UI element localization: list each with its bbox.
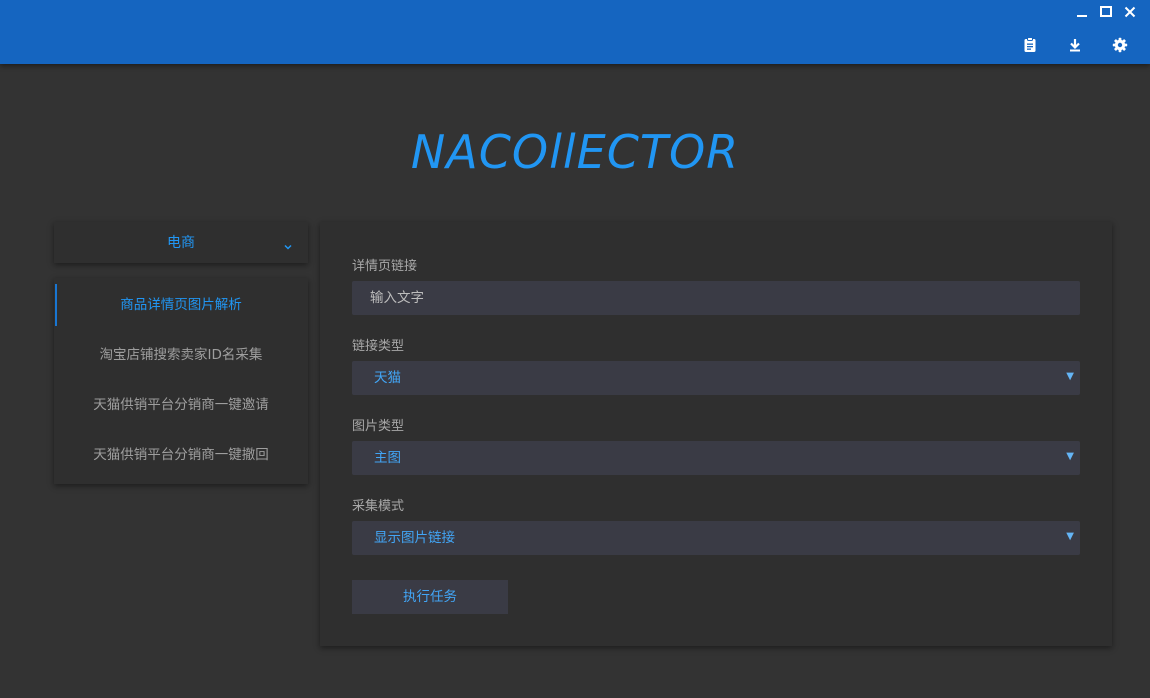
dropdown-caret-icon: ▼ (1066, 531, 1074, 542)
task-form: 详情页链接 输入文字 链接类型 天猫 ▼ 图片类型 主图 ▼ 采集模式 显示图片… (320, 222, 1112, 646)
dropdown-caret-icon: ▼ (1066, 371, 1074, 382)
collect-mode-label: 采集模式 (352, 499, 405, 514)
collect-mode-select[interactable]: 显示图片链接 ▼ (352, 521, 1080, 555)
category-select[interactable]: 电商 (54, 222, 308, 263)
chevron-down-icon (283, 237, 293, 250)
clipboard-icon[interactable] (1021, 36, 1039, 54)
run-task-button[interactable]: 执行任务 (352, 580, 508, 614)
sidebar-item-distributor-revoke[interactable]: 天猫供销平台分销商一键撤回 (54, 434, 308, 476)
app-logo: NACOllECTOR (0, 118, 1150, 182)
image-type-label: 图片类型 (352, 419, 405, 434)
sidebar-nav: 商品详情页图片解析 淘宝店铺搜索卖家ID名采集 天猫供销平台分销商一键邀请 天猫… (54, 278, 308, 484)
detail-link-label: 详情页链接 (352, 259, 418, 274)
sidebar-item-image-parse[interactable]: 商品详情页图片解析 (54, 284, 308, 326)
image-type-select[interactable]: 主图 ▼ (352, 441, 1080, 475)
sidebar-item-seller-id-collect[interactable]: 淘宝店铺搜索卖家ID名采集 (54, 334, 308, 376)
sidebar-item-distributor-invite[interactable]: 天猫供销平台分销商一键邀请 (54, 384, 308, 426)
minimize-icon[interactable] (1073, 3, 1091, 21)
collect-mode-value: 显示图片链接 (374, 530, 455, 546)
link-type-value: 天猫 (374, 370, 401, 386)
image-type-value: 主图 (374, 450, 401, 466)
close-icon[interactable] (1121, 3, 1139, 21)
detail-link-input[interactable]: 输入文字 (352, 281, 1080, 315)
detail-link-value: 输入文字 (370, 290, 424, 306)
category-label: 电商 (167, 235, 195, 251)
maximize-icon[interactable] (1097, 3, 1115, 21)
link-type-select[interactable]: 天猫 ▼ (352, 361, 1080, 395)
dropdown-caret-icon: ▼ (1066, 451, 1074, 462)
gear-icon[interactable] (1111, 36, 1129, 54)
title-bar (0, 0, 1150, 64)
logo-text: NACOllECTOR (411, 125, 739, 179)
link-type-label: 链接类型 (352, 339, 405, 354)
download-icon[interactable] (1066, 36, 1084, 54)
